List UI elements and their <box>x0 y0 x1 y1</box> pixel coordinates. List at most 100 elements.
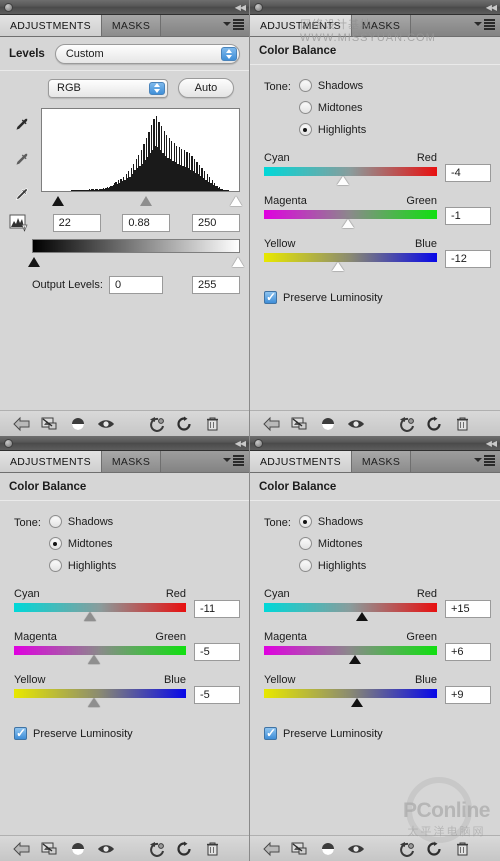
close-icon[interactable] <box>4 438 13 448</box>
output-white-field[interactable]: 255 <box>192 276 240 294</box>
preserve-luminosity-row[interactable]: Preserve Luminosity <box>250 717 500 740</box>
reset-adjustment-icon[interactable] <box>170 841 198 857</box>
stepper-icon[interactable] <box>149 81 165 95</box>
magenta-green-thumb[interactable] <box>87 655 100 664</box>
magenta-green-value-field[interactable]: -1 <box>445 207 491 225</box>
toggle-layer-visibility-icon[interactable] <box>92 416 120 432</box>
delete-adjustment-layer-icon[interactable] <box>448 841 476 857</box>
collapse-icon[interactable]: ◀◀ <box>486 3 497 12</box>
magenta-green-bar[interactable] <box>264 646 437 664</box>
return-to-adjustment-list-icon[interactable] <box>258 416 286 432</box>
cyan-red-bar[interactable] <box>14 603 186 621</box>
levels-preset-select[interactable]: Custom <box>54 44 240 64</box>
tab-adjustments[interactable]: ADJUSTMENTS <box>0 15 102 36</box>
yellow-blue-value-field[interactable]: -12 <box>445 250 491 268</box>
yellow-blue-value-field[interactable]: +9 <box>445 686 491 704</box>
window-titlebar[interactable]: ◀◀ <box>250 436 500 451</box>
yellow-blue-bar[interactable] <box>264 689 437 707</box>
histogram[interactable] <box>41 108 240 192</box>
tab-adjustments[interactable]: ADJUSTMENTS <box>250 451 352 472</box>
return-to-adjustment-list-icon[interactable] <box>258 841 286 857</box>
output-black-field[interactable]: 0 <box>108 276 163 294</box>
yellow-blue-thumb[interactable] <box>87 698 100 707</box>
toggle-layer-visibility-icon[interactable] <box>342 841 370 857</box>
close-icon[interactable] <box>254 438 263 448</box>
cyan-red-bar[interactable] <box>264 167 437 185</box>
cyan-red-slider[interactable]: Cyan Red <box>264 152 437 185</box>
collapse-icon[interactable]: ◀◀ <box>486 439 497 448</box>
tone-radio-midtones[interactable]: Midtones <box>298 537 366 550</box>
toggle-layer-visibility-icon[interactable] <box>92 841 120 857</box>
output-black-slider-thumb[interactable] <box>28 257 41 267</box>
cyan-red-value-field[interactable]: -4 <box>445 164 491 182</box>
refresh-histogram-icon[interactable]: ! <box>9 213 31 233</box>
input-shadow-field[interactable]: 22 <box>52 214 101 232</box>
reset-to-previous-icon[interactable] <box>142 416 170 432</box>
magenta-green-slider[interactable]: Magenta Green <box>264 195 437 228</box>
cyan-red-slider[interactable]: Cyan Red <box>264 588 437 621</box>
yellow-blue-thumb[interactable] <box>351 698 364 707</box>
input-highlight-field[interactable]: 250 <box>191 214 240 232</box>
tab-adjustments[interactable]: ADJUSTMENTS <box>250 15 352 36</box>
input-gamma-slider-thumb[interactable] <box>140 196 153 206</box>
window-titlebar[interactable]: ◀◀ <box>0 436 249 451</box>
delete-adjustment-layer-icon[interactable] <box>448 416 476 432</box>
yellow-blue-value-field[interactable]: -5 <box>194 686 240 704</box>
cyan-red-value-field[interactable]: -11 <box>194 600 240 618</box>
preserve-luminosity-row[interactable]: Preserve Luminosity <box>0 717 249 740</box>
magenta-green-slider[interactable]: Magenta Green <box>14 631 186 664</box>
output-levels-sliders[interactable] <box>28 255 244 271</box>
yellow-blue-slider[interactable]: Yellow Blue <box>14 674 186 707</box>
panel-menu-icon[interactable] <box>474 19 495 30</box>
close-icon[interactable] <box>4 2 13 12</box>
reset-adjustment-icon[interactable] <box>420 841 448 857</box>
return-to-adjustment-list-icon[interactable] <box>8 841 36 857</box>
yellow-blue-slider[interactable]: Yellow Blue <box>264 674 437 707</box>
yellow-blue-slider[interactable]: Yellow Blue <box>264 238 437 271</box>
yellow-blue-bar[interactable] <box>264 253 437 271</box>
cyan-red-bar[interactable] <box>264 603 437 621</box>
view-previous-state-icon[interactable] <box>314 841 342 857</box>
tone-radio-highlights[interactable]: Highlights <box>298 123 366 136</box>
cyan-red-value-field[interactable]: +15 <box>445 600 491 618</box>
delete-adjustment-layer-icon[interactable] <box>198 416 226 432</box>
cyan-red-thumb[interactable] <box>336 176 349 185</box>
cyan-red-thumb[interactable] <box>355 612 368 621</box>
input-gamma-field[interactable]: 0.88 <box>122 214 171 232</box>
magenta-green-bar[interactable] <box>14 646 186 664</box>
tab-masks[interactable]: MASKS <box>101 451 162 472</box>
reset-adjustment-icon[interactable] <box>170 416 198 432</box>
magenta-green-thumb[interactable] <box>342 219 355 228</box>
tone-radio-midtones[interactable]: Midtones <box>298 101 366 114</box>
tone-radio-highlights[interactable]: Highlights <box>298 559 366 572</box>
reset-to-previous-icon[interactable] <box>142 841 170 857</box>
clip-to-layer-icon[interactable] <box>286 416 314 432</box>
cyan-red-slider[interactable]: Cyan Red <box>14 588 186 621</box>
tab-masks[interactable]: MASKS <box>101 15 162 36</box>
close-icon[interactable] <box>254 2 263 12</box>
return-to-adjustment-list-icon[interactable] <box>8 416 36 432</box>
white-point-eyedropper-icon[interactable] <box>13 186 31 207</box>
yellow-blue-thumb[interactable] <box>332 262 345 271</box>
cyan-red-thumb[interactable] <box>83 612 96 621</box>
tone-radio-shadows[interactable]: Shadows <box>298 79 366 92</box>
input-white-slider-thumb[interactable] <box>230 196 243 206</box>
view-previous-state-icon[interactable] <box>64 416 92 432</box>
input-levels-sliders[interactable] <box>41 194 243 210</box>
tone-radio-shadows[interactable]: Shadows <box>298 515 366 528</box>
tab-adjustments[interactable]: ADJUSTMENTS <box>0 451 102 472</box>
view-previous-state-icon[interactable] <box>314 416 342 432</box>
input-black-slider-thumb[interactable] <box>52 196 65 206</box>
panel-menu-icon[interactable] <box>223 455 244 466</box>
magenta-green-thumb[interactable] <box>348 655 361 664</box>
magenta-green-value-field[interactable]: +6 <box>445 643 491 661</box>
channel-select[interactable]: RGB <box>48 78 168 98</box>
stepper-icon[interactable] <box>221 47 237 61</box>
tone-radio-highlights[interactable]: Highlights <box>48 559 116 572</box>
preserve-luminosity-checkbox[interactable] <box>264 290 277 304</box>
magenta-green-value-field[interactable]: -5 <box>194 643 240 661</box>
preserve-luminosity-row[interactable]: Preserve Luminosity <box>250 281 500 304</box>
tone-radio-shadows[interactable]: Shadows <box>48 515 116 528</box>
gray-point-eyedropper-icon[interactable] <box>13 151 31 172</box>
magenta-green-bar[interactable] <box>264 210 437 228</box>
